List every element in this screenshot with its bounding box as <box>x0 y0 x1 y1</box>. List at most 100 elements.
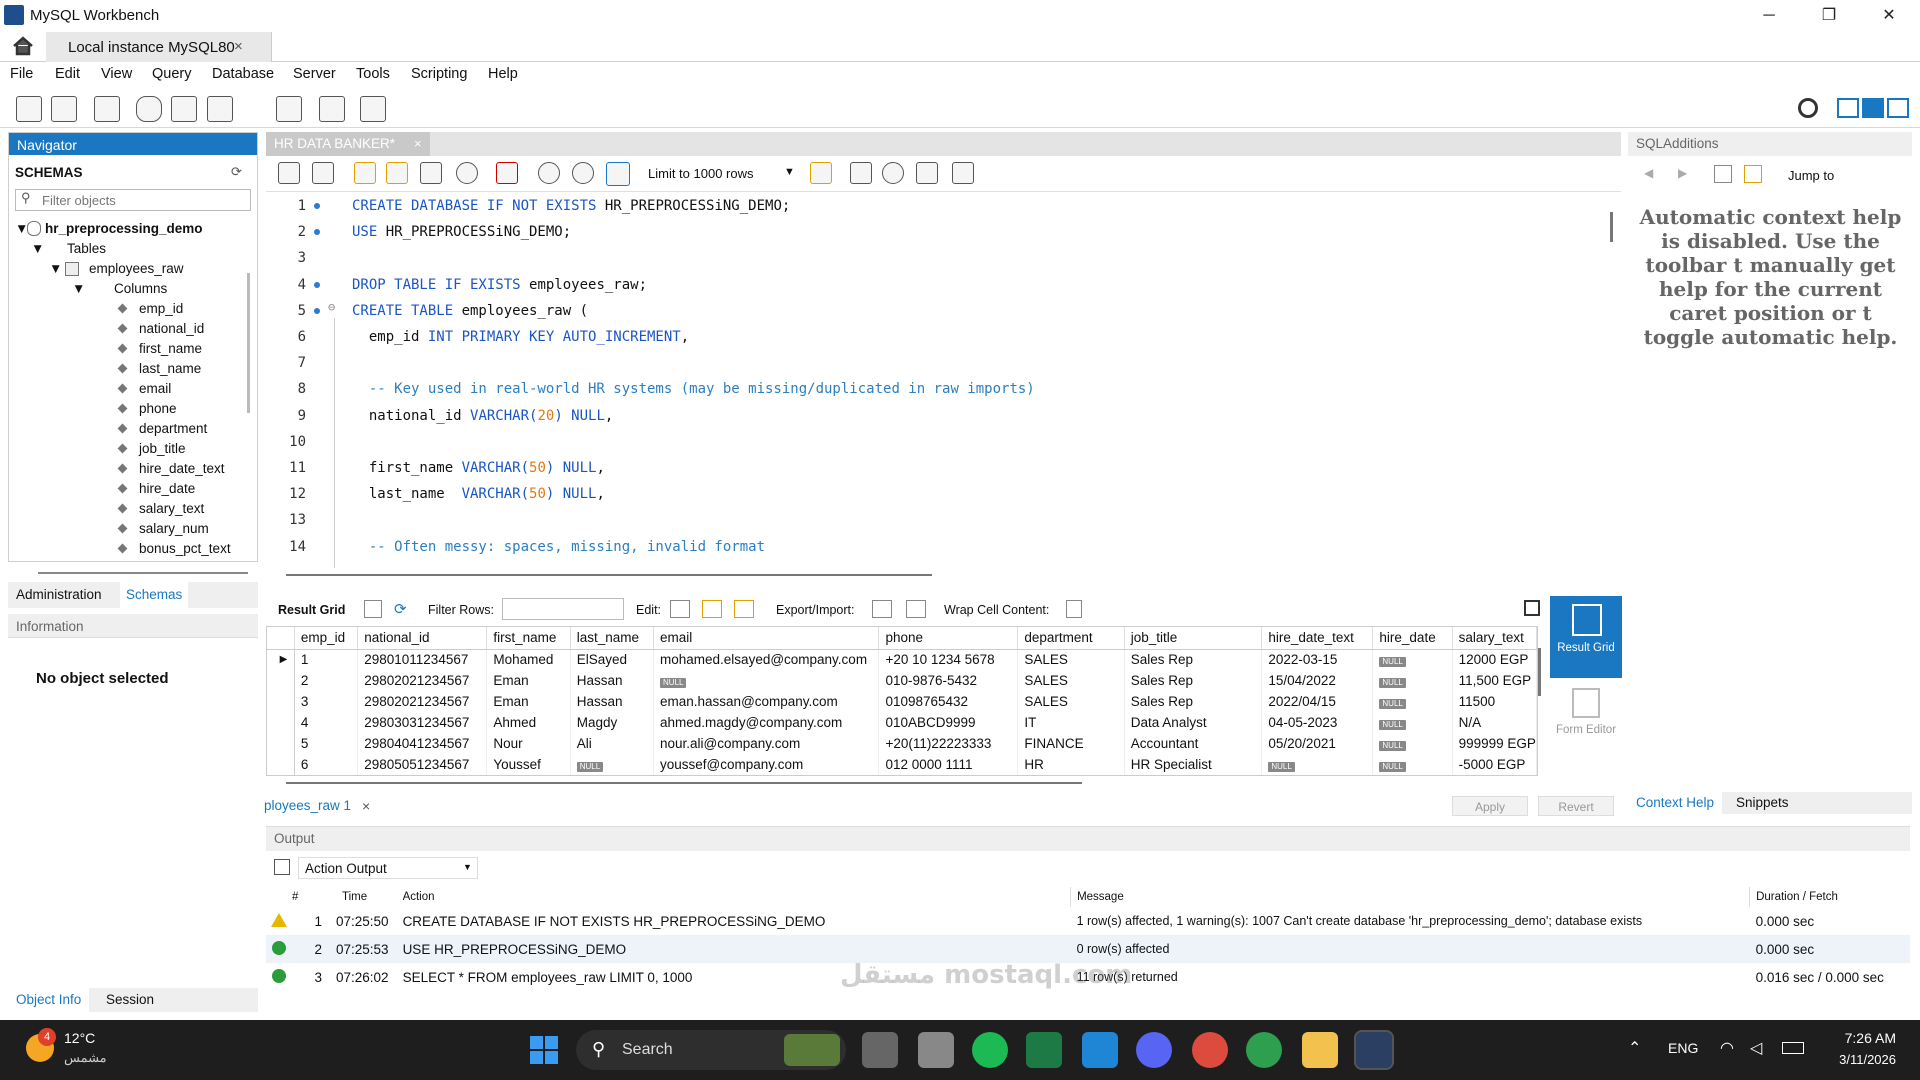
table-node[interactable]: employees_raw <box>89 261 184 276</box>
add-snippet-icon[interactable] <box>810 162 832 184</box>
chrome-profile-icon[interactable] <box>1246 1032 1282 1068</box>
settings-icon[interactable] <box>1798 98 1818 118</box>
grid-cell[interactable]: 29803031234567 <box>357 712 488 733</box>
result-grid-button[interactable]: Result Grid <box>1550 596 1622 678</box>
beautify-icon[interactable] <box>850 162 872 184</box>
row-selector[interactable] <box>267 754 295 775</box>
schema-node[interactable]: hr_preprocessing_demo <box>45 221 203 236</box>
grid-cell[interactable]: 4 <box>294 712 359 733</box>
grid-cell[interactable]: 3 <box>294 691 359 712</box>
navigator-hscrollbar[interactable] <box>38 572 248 574</box>
grid-cell[interactable]: 010ABCD9999 <box>878 712 1019 733</box>
home-tab[interactable] <box>8 34 44 60</box>
grid-cell[interactable]: NULL <box>1372 670 1453 691</box>
menu-view[interactable]: View <box>101 66 132 82</box>
sql-editor[interactable]: 1 CREATE DATABASE IF NOT EXISTS HR_PREPRO… <box>266 192 1606 568</box>
tables-expander-icon[interactable]: ▼ <box>31 241 44 256</box>
result-tab-close-icon[interactable]: × <box>362 798 370 814</box>
file-explorer-icon[interactable] <box>1302 1032 1338 1068</box>
column-node[interactable]: national_id <box>139 321 204 336</box>
editor-tab[interactable]: HR DATA BANKER* × <box>266 132 430 156</box>
tab-snippets[interactable]: Snippets <box>1736 795 1789 810</box>
column-node[interactable]: email <box>139 381 171 396</box>
grid-col-header[interactable]: last_name <box>570 627 655 650</box>
grid-col-header[interactable]: first_name <box>486 627 571 650</box>
find-icon[interactable] <box>882 162 904 184</box>
create-schema-icon[interactable] <box>136 96 162 122</box>
column-node[interactable]: last_name <box>139 361 201 376</box>
grid-cell[interactable]: Mohamed <box>486 649 571 670</box>
start-button[interactable] <box>530 1036 558 1064</box>
table-row[interactable]: 5 29804041234567 Nour Ali nour.ali@company.c… <box>267 733 1537 754</box>
collapse-icon[interactable]: ⊖ <box>328 300 335 314</box>
result-grid[interactable]: emp_id national_id first_name last_name emai… <box>266 626 1538 776</box>
navigator-scrollbar[interactable] <box>247 273 250 413</box>
wrap-lines-icon[interactable] <box>952 162 974 184</box>
grid-cell[interactable]: Hassan <box>570 670 655 691</box>
grid-col-header[interactable]: salary_text <box>1452 627 1537 650</box>
commit-icon[interactable] <box>538 162 560 184</box>
grid-cell[interactable]: IT <box>1017 712 1125 733</box>
grid-cell[interactable]: NULL <box>1261 754 1374 775</box>
grid-cell[interactable]: 15/04/2022 <box>1261 670 1374 691</box>
filter-rows-input[interactable] <box>502 598 624 620</box>
grid-cell[interactable]: Eman <box>486 670 571 691</box>
chevron-down-icon[interactable]: ▼ <box>784 166 795 178</box>
grid-cell[interactable]: 1 <box>294 649 359 670</box>
open-sql-script-icon[interactable] <box>51 96 77 122</box>
create-table-icon[interactable] <box>171 96 197 122</box>
column-node[interactable]: hire_date_text <box>139 461 225 476</box>
search-box[interactable]: ⚲ Search <box>576 1030 846 1070</box>
export-icon[interactable] <box>872 600 892 618</box>
grid-cell[interactable]: N/A <box>1452 712 1537 733</box>
stop-icon[interactable] <box>456 162 478 184</box>
grid-cell[interactable]: NULL <box>1372 649 1453 670</box>
row-selector[interactable] <box>267 712 295 733</box>
grid-cell[interactable]: NULL <box>1372 712 1453 733</box>
grid-cell[interactable]: 29802021234567 <box>357 691 488 712</box>
excel-icon[interactable] <box>1026 1032 1062 1068</box>
auto-help-icon[interactable] <box>1744 165 1762 183</box>
error-stop-icon[interactable] <box>496 162 518 184</box>
copilot-icon[interactable] <box>918 1032 954 1068</box>
copy-output-icon[interactable] <box>274 859 290 875</box>
maximize-button[interactable]: ❐ <box>1806 0 1852 32</box>
row-selector[interactable]: ▶ <box>267 649 295 670</box>
grid-col-header[interactable]: emp_id <box>294 627 359 650</box>
menu-scripting[interactable]: Scripting <box>411 66 467 82</box>
volume-icon[interactable]: ◁ <box>1750 1038 1762 1058</box>
menu-database[interactable]: Database <box>212 66 274 82</box>
grid-col-header[interactable]: hire_date <box>1372 627 1453 650</box>
refresh-schemas-icon[interactable]: ⟳ <box>231 164 242 180</box>
grid-hscrollbar[interactable] <box>286 782 1082 784</box>
grid-cell[interactable]: ahmed.magdy@company.com <box>653 712 880 733</box>
taskview-icon[interactable] <box>862 1032 898 1068</box>
connection-tab[interactable]: Local instance MySQL80 × <box>46 32 272 62</box>
column-node[interactable]: department <box>139 421 207 436</box>
forward-icon[interactable]: ▶ <box>1678 166 1687 180</box>
add-row-icon[interactable] <box>702 600 722 618</box>
grid-cell[interactable]: 01098765432 <box>878 691 1019 712</box>
editor-hscrollbar[interactable] <box>286 574 932 576</box>
output-type-select[interactable]: Action Output ▼ <box>298 857 478 879</box>
new-sql-tab-icon[interactable] <box>16 96 42 122</box>
grid-cell[interactable]: mohamed.elsayed@company.com <box>653 649 880 670</box>
toggle-panel-icon[interactable] <box>1524 600 1540 616</box>
grid-cell[interactable]: HR <box>1017 754 1125 775</box>
grid-col-header[interactable]: national_id <box>357 627 488 650</box>
wrap-cell-icon[interactable] <box>1066 600 1082 618</box>
weather-temp[interactable]: 12°C <box>64 1030 95 1046</box>
grid-cell[interactable]: 2022-03-15 <box>1261 649 1374 670</box>
columns-node[interactable]: Columns <box>114 281 167 296</box>
open-file-icon[interactable] <box>278 162 300 184</box>
vscode-icon[interactable] <box>1082 1032 1118 1068</box>
menu-tools[interactable]: Tools <box>356 66 390 82</box>
result-tab[interactable]: ployees_raw 1 <box>264 798 351 813</box>
toggle-sidebar-icon[interactable] <box>1837 98 1859 118</box>
save-icon[interactable] <box>312 162 334 184</box>
grid-cell[interactable]: youssef@company.com <box>653 754 880 775</box>
grid-cell[interactable]: 05/20/2021 <box>1261 733 1374 754</box>
row-selector[interactable] <box>267 691 295 712</box>
tab-session[interactable]: Session <box>106 992 154 1007</box>
discord-icon[interactable] <box>1136 1032 1172 1068</box>
